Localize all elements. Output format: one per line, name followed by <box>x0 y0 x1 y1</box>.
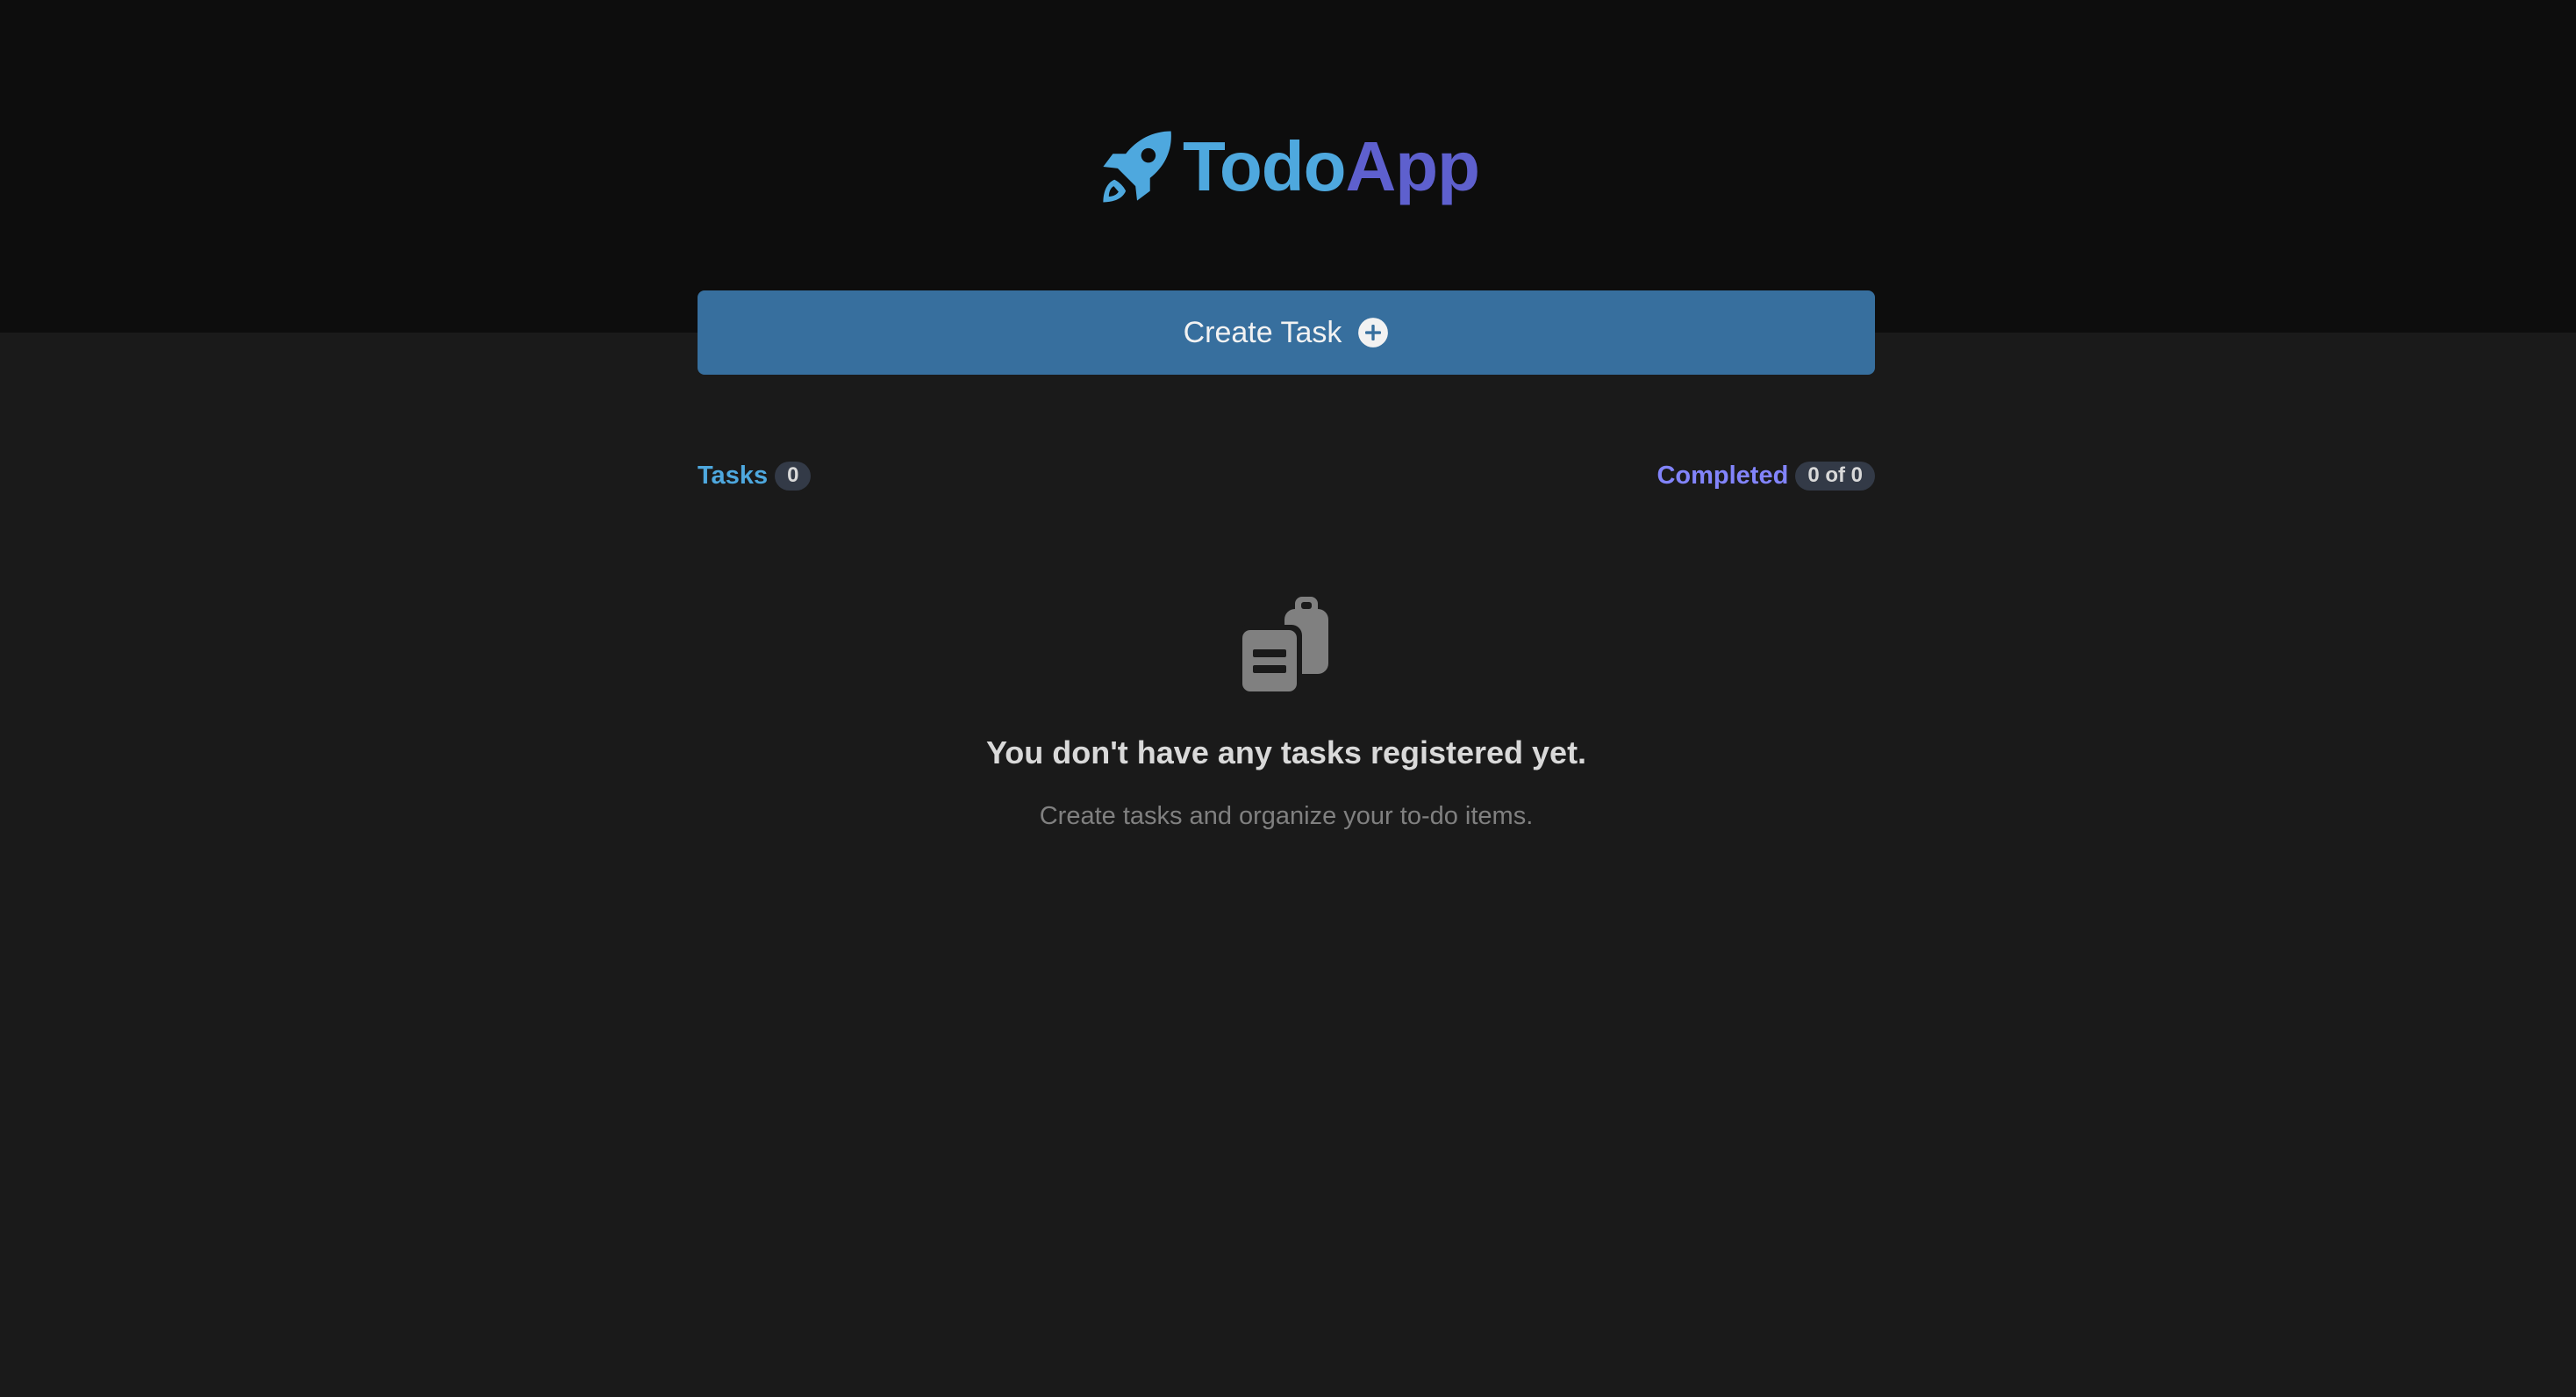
empty-state-title: You don't have any tasks registered yet. <box>985 734 1587 770</box>
empty-state: You don't have any tasks registered yet.… <box>698 593 1875 832</box>
clipboard-icon <box>1237 597 1328 695</box>
app-logo: TodoApp <box>0 123 2576 211</box>
tasks-counter: Tasks 0 <box>698 458 812 493</box>
completed-count-badge: 0 of 0 <box>1795 461 1875 491</box>
rocket-icon <box>1103 131 1171 203</box>
completed-counter: Completed 0 of 0 <box>1657 458 1875 493</box>
tasks-count-badge: 0 <box>775 461 812 491</box>
empty-state-subtitle: Create tasks and organize your to-do ite… <box>1039 802 1534 830</box>
app-title-app: App <box>1345 127 1481 205</box>
app-title-todo: Todo <box>1182 127 1347 205</box>
app-title: TodoApp <box>1183 132 1480 202</box>
create-task-label: Create Task <box>1183 315 1342 349</box>
completed-counter-label: Completed <box>1657 461 1789 490</box>
create-task-button[interactable]: Create Task <box>698 290 1875 375</box>
tasks-counter-label: Tasks <box>698 461 769 490</box>
plus-circle-icon <box>1358 318 1389 347</box>
